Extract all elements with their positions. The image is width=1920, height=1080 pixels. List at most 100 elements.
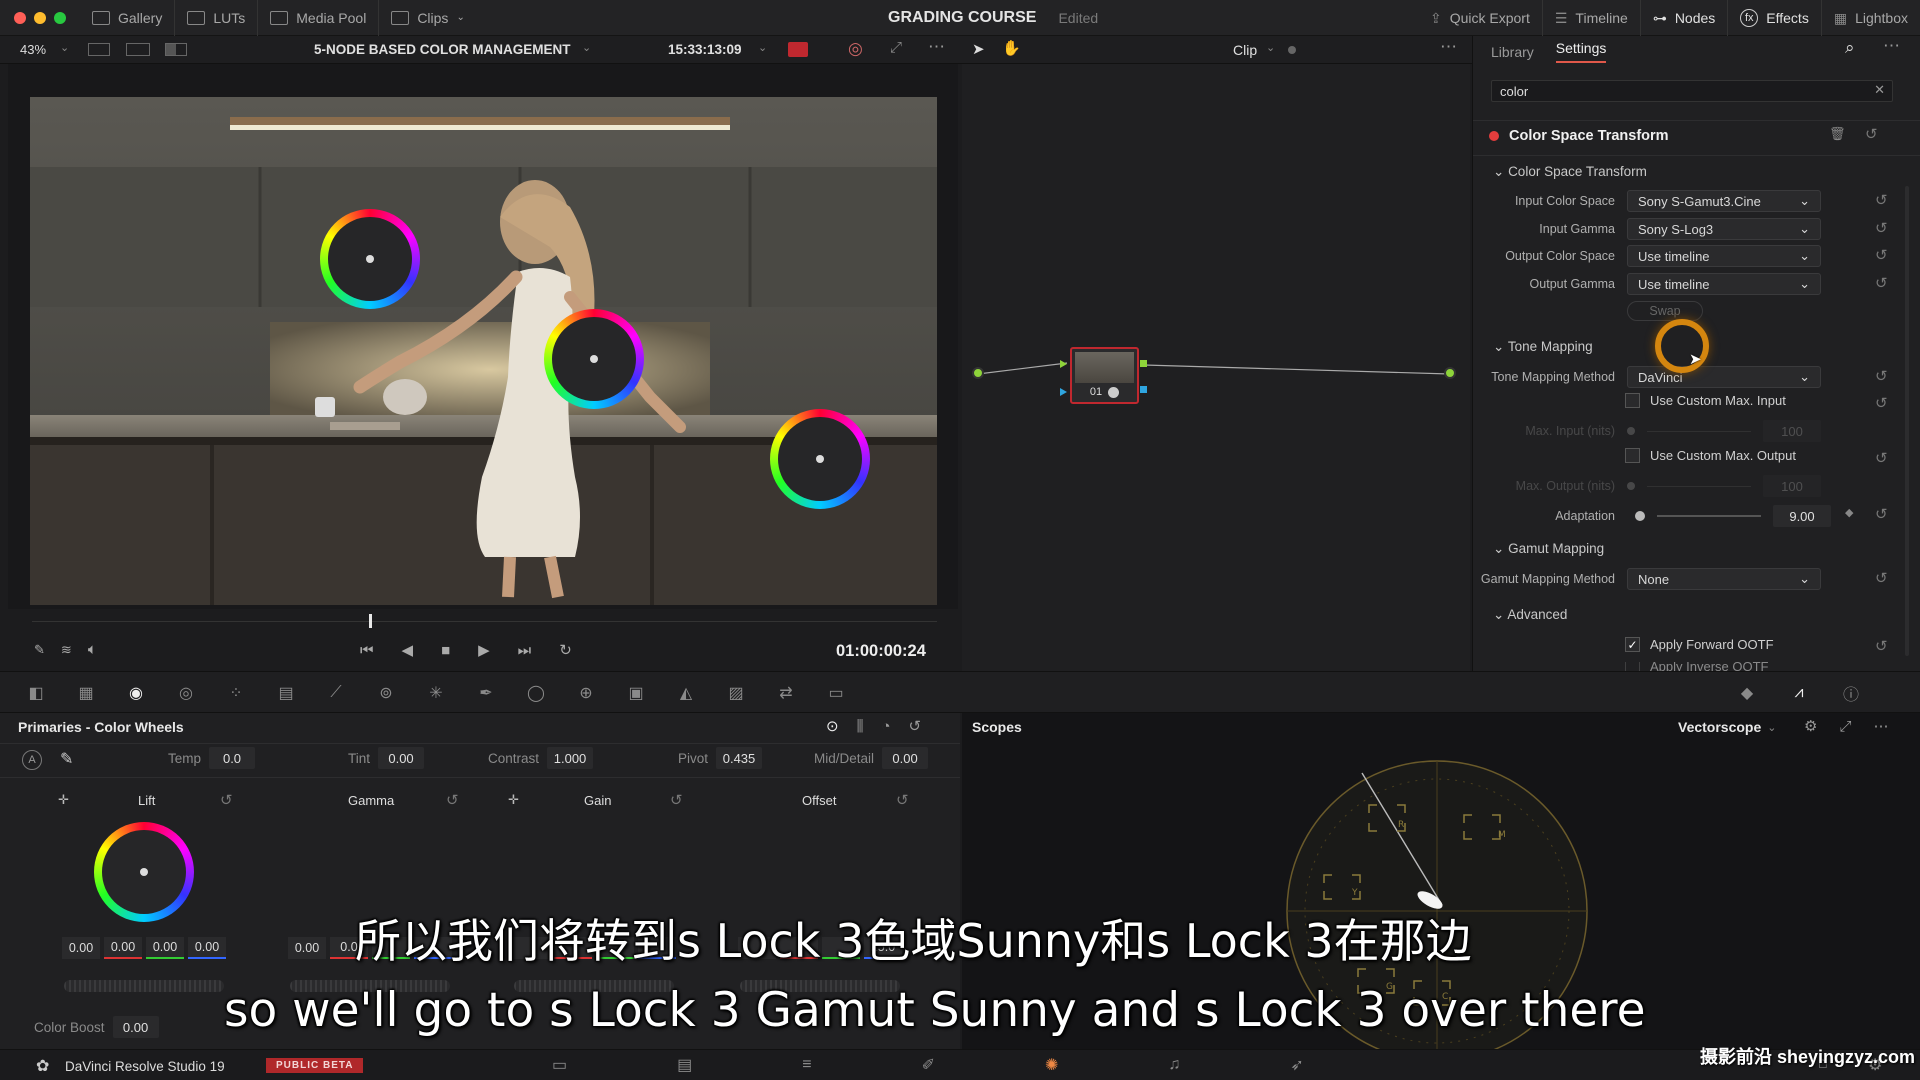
tone-mapping-section-header[interactable]: ⌄ Tone Mapping: [1493, 339, 1593, 355]
clips-button[interactable]: Clips ⌄: [379, 0, 477, 36]
advanced-section-header[interactable]: ⌄ Advanced: [1493, 607, 1567, 623]
lift-r-field[interactable]: 0.00: [104, 937, 142, 959]
output-color-space-dropdown[interactable]: Use timeline ⌄: [1627, 245, 1821, 267]
hdr-wheels-icon[interactable]: ◎: [174, 683, 198, 703]
nodes-button[interactable]: ⊶ Nodes: [1641, 0, 1729, 36]
gain-picker-icon[interactable]: ✛: [508, 792, 519, 808]
key-input-arrow-icon[interactable]: [1060, 388, 1067, 396]
output-dot[interactable]: [1444, 367, 1456, 379]
key-output-square[interactable]: [1140, 386, 1147, 393]
key-icon[interactable]: ▨: [724, 683, 748, 703]
auto-balance-button[interactable]: A: [22, 750, 42, 770]
lift-g-field[interactable]: 0.00: [146, 937, 184, 959]
lightbox-button[interactable]: ▦ Lightbox: [1822, 0, 1920, 36]
volume-icon[interactable]: 🔈︎: [88, 641, 97, 658]
info-icon[interactable]: ⓘ: [1839, 683, 1863, 704]
adaptation-field[interactable]: 9.00: [1773, 505, 1831, 527]
input-gamma-dropdown[interactable]: Sony S-Log3 ⌄: [1627, 218, 1821, 240]
reset-output-color-space-icon[interactable]: ↺: [1875, 246, 1888, 264]
clip-name[interactable]: 5-NODE BASED COLOR MANAGEMENT: [314, 42, 571, 57]
scrubber-track[interactable]: [32, 621, 937, 622]
adaptation-slider-handle[interactable]: [1635, 511, 1645, 521]
reset-lift-icon[interactable]: ↺: [220, 791, 233, 809]
node-01[interactable]: 01: [1070, 347, 1139, 404]
viewer-menu-icon[interactable]: ⋯: [928, 37, 945, 57]
zoom-level[interactable]: 43%: [20, 42, 46, 57]
close-window-button[interactable]: [14, 11, 26, 24]
gamut-mapping-method-dropdown[interactable]: None ⌄: [1627, 568, 1821, 590]
reset-custom-input-icon[interactable]: ↺: [1875, 394, 1888, 412]
fusion-page-icon[interactable]: ✐: [922, 1055, 935, 1075]
rgb-input-arrow-icon[interactable]: [1060, 360, 1067, 368]
minimize-window-button[interactable]: [34, 11, 46, 24]
video-frame[interactable]: [30, 97, 937, 605]
scope-expand-icon[interactable]: ⤢: [1839, 718, 1851, 735]
node-mode-dropdown[interactable]: Clip: [1233, 42, 1257, 58]
gain-wheel[interactable]: [544, 309, 644, 409]
edit-page-icon[interactable]: ≡: [802, 1056, 811, 1074]
camera-raw-icon[interactable]: ◧: [24, 683, 48, 703]
color-picker-icon[interactable]: ◎: [848, 39, 863, 59]
temp-field[interactable]: 0.0: [209, 747, 256, 769]
reset-input-gamma-icon[interactable]: ↺: [1875, 219, 1888, 237]
custom-max-input-checkbox[interactable]: [1625, 393, 1640, 408]
node-editor[interactable]: 01: [962, 64, 1470, 671]
3d-icon[interactable]: ▭: [824, 683, 848, 703]
eyedropper-icon[interactable]: ✎: [34, 642, 45, 658]
single-view-icon[interactable]: [88, 43, 110, 56]
tracker-icon[interactable]: ⊕: [574, 683, 598, 703]
quick-export-button[interactable]: ⇪ Quick Export: [1418, 0, 1543, 36]
reset-adaptation-icon[interactable]: ↺: [1875, 505, 1888, 523]
source-input-dot[interactable]: [972, 367, 984, 379]
playhead[interactable]: [369, 614, 372, 628]
fullscreen-icon[interactable]: ⤢: [890, 39, 902, 56]
effects-button[interactable]: fx Effects: [1728, 0, 1822, 36]
gallery-button[interactable]: Gallery: [80, 0, 176, 36]
blur-icon[interactable]: ◭: [674, 683, 698, 703]
tab-settings[interactable]: Settings: [1555, 40, 1607, 63]
reset-tone-method-icon[interactable]: ↺: [1875, 367, 1888, 385]
scope-type-dropdown[interactable]: Vectorscope ⌄: [1678, 719, 1776, 735]
input-color-space-dropdown[interactable]: Sony S-Gamut3.Cine ⌄: [1627, 190, 1821, 212]
lift-picker-icon[interactable]: ✛: [58, 792, 69, 808]
max-output-field[interactable]: 100: [1763, 475, 1821, 497]
max-input-field[interactable]: 100: [1763, 420, 1821, 442]
color-page-icon[interactable]: ✺: [1045, 1055, 1058, 1075]
timeline-button[interactable]: ☰ Timeline: [1543, 0, 1641, 36]
scope-menu-icon[interactable]: ⋯: [1873, 717, 1888, 735]
deliver-page-icon[interactable]: ➶: [1290, 1055, 1303, 1075]
rgb-output-square[interactable]: [1140, 360, 1147, 367]
swap-button[interactable]: Swap: [1627, 301, 1703, 321]
color-warper-icon[interactable]: ⊚: [374, 683, 398, 703]
fairlight-page-icon[interactable]: ♫: [1168, 1056, 1180, 1074]
reset-gamma-icon[interactable]: ↺: [446, 791, 459, 809]
split-view-icon[interactable]: [126, 43, 150, 56]
reset-effect-icon[interactable]: ↺: [1865, 125, 1878, 143]
color-match-icon[interactable]: ▦: [74, 683, 98, 703]
reset-custom-output-icon[interactable]: ↺: [1875, 449, 1888, 467]
rgb-mixer-icon[interactable]: ⁘: [224, 683, 248, 703]
pointer-tool-icon[interactable]: ➤: [972, 40, 985, 58]
loop-icon[interactable]: ↻: [559, 641, 572, 659]
keyframe-diamond-icon[interactable]: ◆: [1845, 506, 1853, 519]
window-icon[interactable]: ◯: [524, 683, 548, 703]
offset-wheel[interactable]: [770, 409, 870, 509]
reset-gamut-method-icon[interactable]: ↺: [1875, 569, 1888, 587]
delete-effect-icon[interactable]: 🗑︎: [1829, 126, 1846, 142]
play-reverse-icon[interactable]: ◀: [402, 641, 414, 659]
qualifier-icon[interactable]: ✳: [424, 683, 448, 703]
inverse-ootf-checkbox[interactable]: [1625, 662, 1640, 671]
eyedropper-qualifier-icon[interactable]: ✒: [474, 683, 498, 703]
output-gamma-dropdown[interactable]: Use timeline ⌄: [1627, 273, 1821, 295]
reset-primaries-icon[interactable]: ↺: [909, 717, 922, 735]
reset-gain-icon[interactable]: ↺: [670, 791, 683, 809]
go-to-start-icon[interactable]: ⏮︎: [360, 642, 374, 659]
display-icon[interactable]: [788, 42, 808, 57]
tab-library[interactable]: Library: [1491, 44, 1534, 60]
wheels-mode-icon[interactable]: ⊙: [826, 717, 839, 735]
hand-tool-icon[interactable]: ✋: [1002, 39, 1021, 57]
scope-settings-icon[interactable]: ⚙: [1804, 717, 1817, 735]
reset-offset-icon[interactable]: ↺: [896, 791, 909, 809]
max-input-slider[interactable]: [1627, 427, 1635, 435]
lift-y-field[interactable]: 0.00: [62, 937, 100, 959]
